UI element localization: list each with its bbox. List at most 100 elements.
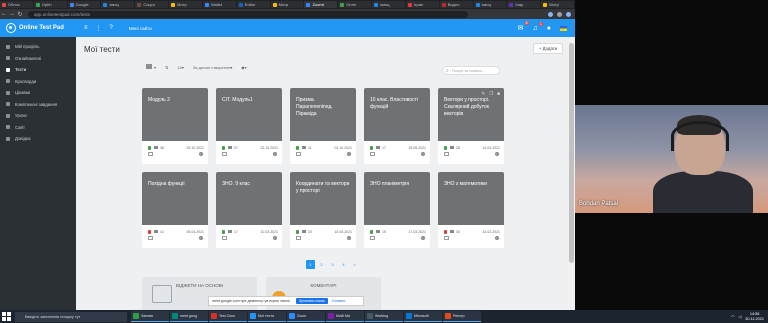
menu-icon[interactable]: ≡ (84, 25, 88, 32)
card-cover[interactable]: СІТ. Модуль1 (216, 88, 282, 141)
browser-tab[interactable]: Мотр (270, 1, 304, 8)
test-card[interactable]: ЗНО планіметрія 15 17.03.2021 i (364, 172, 430, 248)
test-card[interactable]: СІТ. Модуль1 37 22.10.2021 i (216, 88, 282, 164)
clock[interactable]: 14:58 30.11.2021 (745, 312, 764, 321)
search-input[interactable]: ⌕ Пошук за назвою... (442, 66, 500, 75)
page-button[interactable]: > (350, 260, 359, 269)
folder-icon[interactable] (296, 152, 301, 156)
taskbar-app[interactable]: Мойі Ма (326, 311, 364, 322)
taskbar-app[interactable]: Microsoft (404, 311, 442, 322)
info-icon[interactable]: i (273, 236, 277, 240)
card-cover[interactable]: ЗНО планіметрія (364, 172, 430, 225)
folder-icon[interactable] (296, 236, 301, 240)
test-card[interactable]: 10 клас. Властивості функцій 17 15.05.2021… (364, 88, 430, 164)
card-cover[interactable]: ✎ ❐ ■ Вектори у просторі. Скалярний добуток… (438, 88, 504, 141)
test-card[interactable]: Координати та вектори у просторі 20 10.03.… (290, 172, 356, 248)
reload-icon[interactable]: ↻ (16, 11, 24, 18)
folder-icon[interactable] (222, 236, 227, 240)
card-cover[interactable]: 10 клас. Властивості функцій (364, 88, 430, 141)
sidebar-item[interactable]: Тести (0, 64, 76, 76)
page-button[interactable]: 2 (317, 260, 326, 269)
card-cover[interactable]: Координати та вектори у просторі (290, 172, 356, 225)
folder-icon[interactable] (148, 236, 153, 240)
info-icon[interactable]: i (495, 236, 499, 240)
help-icon[interactable]: ? (110, 25, 113, 32)
browser-tab[interactable]: Ігран (405, 1, 439, 8)
taskbar-app[interactable]: Working (365, 311, 403, 322)
browser-tab[interactable]: Google (67, 1, 101, 8)
info-icon[interactable]: i (347, 152, 351, 156)
copy-icon[interactable]: ❐ (489, 90, 493, 97)
browser-tab[interactable]: Облос (0, 1, 33, 8)
browser-tab[interactable]: ємоц (372, 1, 405, 8)
stop-sharing-button[interactable]: Зупинити показ (295, 298, 328, 304)
taskbar-app[interactable]: meet.goog (170, 311, 208, 322)
settings-icon[interactable]: ⋮ (96, 25, 102, 32)
user-icon[interactable]: ● (547, 25, 551, 32)
browser-tab[interactable]: Opbh (33, 1, 67, 8)
address-bar[interactable]: app.onlinetestpad.com/tests (28, 10, 468, 18)
bell-icon[interactable]: ♫ 1 (533, 21, 543, 32)
info-icon[interactable]: i (347, 236, 351, 240)
test-card[interactable]: ✎ ❐ ■ Вектори у просторі. Скалярний добуток… (438, 88, 504, 164)
wifi-icon[interactable]: ◠ (731, 314, 734, 319)
extension-icon[interactable] (548, 11, 553, 17)
folder-icon[interactable] (370, 152, 375, 156)
info-icon[interactable]: i (421, 236, 425, 240)
folder-icon[interactable] (370, 236, 375, 240)
taskbar-app[interactable]: Мої тести (248, 311, 286, 322)
folder-icon[interactable] (222, 152, 227, 156)
info-icon[interactable]: i (273, 152, 277, 156)
sidebar-item[interactable]: Сайт (0, 122, 76, 134)
info-icon[interactable]: i (421, 152, 425, 156)
page-size-select[interactable]: 10▾ (177, 65, 183, 70)
browser-tab[interactable]: Мотр (541, 1, 575, 8)
logo[interactable]: Online Test Pad (0, 23, 80, 33)
add-test-button[interactable]: + Додати (533, 43, 563, 54)
page-button[interactable]: 4 (339, 260, 348, 269)
info-icon[interactable]: i (199, 152, 203, 156)
profile-icon[interactable] (566, 11, 571, 17)
windows-start-icon[interactable] (2, 312, 11, 321)
taskbar-app[interactable]: Test Cons (209, 311, 247, 322)
folder-icon[interactable] (148, 152, 153, 156)
scrollbar-thumb[interactable] (569, 43, 574, 263)
card-cover[interactable]: Призма. Паралелепіпед. Піраміда (290, 88, 356, 141)
sidebar-item[interactable]: Комплексні завдання (0, 99, 76, 111)
sidebar-item[interactable]: Ознайомлені (0, 53, 76, 65)
back-icon[interactable]: ← (0, 11, 8, 17)
info-icon[interactable]: i (199, 236, 203, 240)
taskbar-app[interactable]: Zoom (287, 311, 325, 322)
browser-tab[interactable]: Видео (439, 1, 473, 8)
edit-icon[interactable]: ✎ (481, 90, 485, 97)
test-card[interactable]: ЗНО з математики 30 15.02.2021 i (438, 172, 504, 248)
browser-tab[interactable]: ємоц (101, 1, 135, 8)
browser-tab[interactable]: Editor (236, 1, 270, 8)
folder-icon[interactable] (444, 152, 449, 156)
taskbar-search-input[interactable]: Введіть запитання пошуку тут (15, 311, 127, 322)
taskbar-app[interactable]: Реєстр (443, 311, 481, 322)
my-sites-link[interactable]: Мені сайти (129, 26, 152, 31)
extension-icon[interactable] (557, 11, 562, 17)
info-icon[interactable]: i (495, 152, 499, 156)
sidebar-item[interactable]: Кросворди (0, 76, 76, 88)
view-toggle[interactable]: ▾ (146, 64, 156, 70)
taskbar-app[interactable]: Заповн (131, 311, 169, 322)
browser-tab[interactable]: Соцсо (135, 1, 169, 8)
browser-tab[interactable]: Zoomt (304, 1, 338, 8)
sidebar-item[interactable]: Довідка (0, 133, 76, 145)
card-cover[interactable]: ЗНО з математики (438, 172, 504, 225)
browser-tab[interactable]: Ілар (507, 1, 541, 8)
sidebar-item[interactable]: Мій профіль (0, 41, 76, 53)
card-cover[interactable]: Похідна функції (142, 172, 208, 225)
browser-tab[interactable]: Онлн (338, 1, 372, 8)
card-cover[interactable]: ЗНО. 9 клас (216, 172, 282, 225)
test-card[interactable]: ЗНО. 9 клас 17 10.03.2021 i (216, 172, 282, 248)
volume-icon[interactable]: ◁ (738, 314, 741, 319)
page-button[interactable]: 3 (328, 260, 337, 269)
page-button[interactable]: 1 (306, 260, 315, 269)
browser-tab[interactable]: Wallet (202, 1, 236, 8)
language-flag-icon[interactable] (560, 25, 567, 31)
folder-icon[interactable] (444, 236, 449, 240)
delete-icon[interactable]: ■ (497, 90, 500, 97)
